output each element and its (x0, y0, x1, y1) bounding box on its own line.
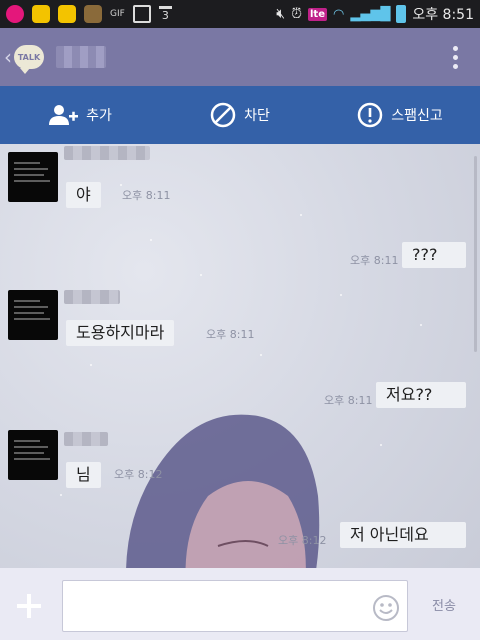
more-menu-icon[interactable] (453, 45, 458, 69)
block-label: 차단 (244, 108, 270, 124)
report-icon (357, 102, 383, 128)
status-bar: GIF 3 🔇︎ ⏰︎ lte ◠ ▂▄▆█ 오후 8:51 (0, 0, 480, 28)
kakaotalk-logo[interactable]: TALK (14, 45, 44, 74)
block-icon (210, 102, 236, 128)
message-time: 오후 8:11 (206, 328, 255, 341)
wifi-icon: ◠ (333, 6, 345, 22)
message-bubble[interactable]: 도용하지마라 (66, 320, 175, 346)
sender-avatar[interactable] (8, 290, 58, 340)
chat-title (56, 46, 106, 68)
message-bubble[interactable]: ??? (402, 242, 466, 268)
system-icons: 🔇︎ ⏰︎ lte ◠ ▂▄▆█ 오후 8:51 (276, 4, 474, 24)
message-bubble[interactable]: 저 아닌데요 (340, 522, 466, 548)
message-time: 오후 8:12 (114, 468, 163, 481)
message-time: 오후 8:11 (122, 189, 171, 202)
message-bubble[interactable]: 야 (66, 182, 101, 208)
plus-icon[interactable] (14, 591, 44, 621)
add-friend-button[interactable]: 추가 (0, 86, 160, 144)
sender-avatar[interactable] (8, 152, 58, 202)
back-icon[interactable]: ‹ (4, 45, 12, 69)
send-button[interactable]: 전송 (432, 595, 456, 614)
yellow-app-icon-2 (58, 5, 76, 23)
logo-label: TALK (17, 52, 41, 62)
chat-header: ‹ TALK (0, 28, 480, 86)
emoji-icon[interactable] (372, 594, 400, 622)
mute-icon: 🔇︎ (276, 6, 286, 22)
add-friend-label: 추가 (86, 108, 112, 124)
gif-icon: GIF (110, 9, 125, 19)
report-spam-label: 스팸신고 (391, 108, 443, 124)
message-bubble[interactable]: 님 (66, 462, 101, 488)
message-time: 오후 8:11 (350, 254, 399, 267)
image-icon (132, 5, 151, 23)
sender-name (64, 432, 108, 446)
block-button[interactable]: 차단 (160, 86, 320, 144)
clock: 오후 8:51 (412, 7, 474, 23)
scrollbar[interactable] (474, 156, 477, 352)
sender-avatar[interactable] (8, 430, 58, 480)
alarm-icon: ⏰︎ (291, 6, 302, 22)
message-time: 오후 8:12 (278, 534, 327, 547)
action-bar: 추가 차단 스팸신고 (0, 86, 480, 144)
message-input[interactable] (62, 580, 408, 632)
sticker-app-icon (84, 5, 102, 23)
sender-name (64, 146, 150, 160)
chat-area[interactable]: 야 오후 8:11 오후 8:11 ??? 도용하지마라 오후 8:11 오후 … (0, 144, 480, 568)
notification-icons: GIF 3 (6, 5, 172, 23)
lte-icon: lte (308, 7, 327, 21)
u-plus-icon (6, 5, 24, 23)
input-bar: 전송 (0, 568, 480, 640)
message-bubble[interactable]: 저요?? (376, 382, 466, 408)
signal-icon: ▂▄▆█ (350, 6, 391, 22)
yellow-app-icon (32, 5, 50, 23)
add-friend-icon (49, 105, 79, 125)
calendar-icon: 3 (158, 6, 172, 22)
sender-name (64, 290, 120, 304)
battery-icon (396, 5, 407, 23)
report-spam-button[interactable]: 스팸신고 (320, 86, 480, 144)
message-time: 오후 8:11 (324, 394, 373, 407)
